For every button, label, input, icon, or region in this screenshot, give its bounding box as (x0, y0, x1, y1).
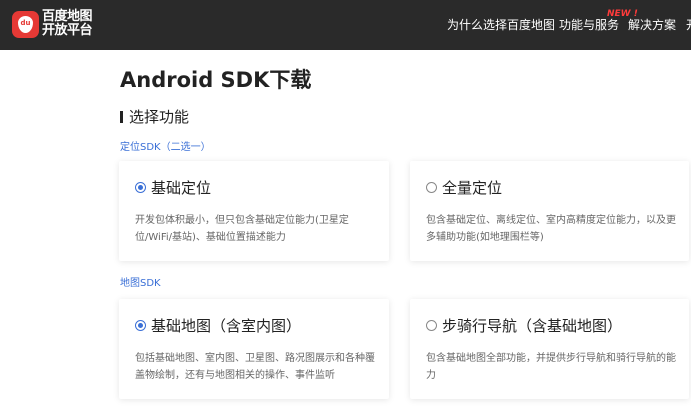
option-card-walk-ride-navigation[interactable]: 步骑行导航（含基础地图） 包含基础地图全部功能，并提供步行导航和骑行导航的能力 (410, 299, 689, 399)
option-title: 全量定位 (442, 179, 503, 197)
baidu-map-logo-icon: du (12, 11, 39, 38)
logo-text-line2: 开放平台 (42, 23, 93, 38)
top-navigation-bar: du 百度地图 开放平台 为什么选择百度地图 NEW ! 功能与服务 解决方案 … (0, 0, 691, 50)
logo-text: 百度地图 开放平台 (42, 10, 102, 38)
option-description: 包含基础地图全部功能，并提供步行导航和骑行导航的能力 (426, 353, 676, 381)
section-title-marker (120, 111, 123, 123)
option-title: 步骑行导航（含基础地图） (442, 317, 623, 335)
option-card-basic-location[interactable]: 基础定位 开发包体积最小，但只包含基础定位能力(卫星定位/WiFi/基站)、基础… (119, 161, 389, 261)
nav-why-baidu-map[interactable]: 为什么选择百度地图 (447, 0, 555, 50)
radio-checked-icon[interactable] (135, 320, 146, 331)
logo-mark-text: du (20, 19, 31, 27)
nav-features-services[interactable]: 功能与服务 (559, 0, 619, 50)
option-description: 开发包体积最小，但只包含基础定位能力(卫星定位/WiFi/基站)、基础位置描述能… (135, 215, 349, 243)
option-card-full-location[interactable]: 全量定位 包含基础定位、离线定位、室内高精度定位能力，以及更多辅助功能(如地理围… (410, 161, 689, 261)
option-title: 基础定位 (151, 179, 212, 197)
option-card-basic-map[interactable]: 基础地图（含室内图） 包括基础地图、室内图、卫星图、路况图展示和各种覆盖物绘制，… (119, 299, 389, 399)
group-label-map-sdk: 地图SDK (120, 278, 161, 289)
page-title: Android SDK下载 (120, 68, 312, 92)
baidu-map-logo[interactable]: du 百度地图 开放平台 (12, 10, 100, 40)
logo-text-line1: 百度地图 (42, 9, 93, 24)
nav-open[interactable]: 开 (686, 0, 691, 50)
radio-checked-icon[interactable] (135, 182, 146, 193)
nav-solutions[interactable]: 解决方案 (628, 0, 676, 50)
radio-unchecked-icon[interactable] (426, 182, 437, 193)
group-label-location-sdk: 定位SDK（二选一） (120, 142, 211, 153)
option-title: 基础地图（含室内图） (151, 317, 302, 335)
radio-unchecked-icon[interactable] (426, 320, 437, 331)
option-description: 包含基础定位、离线定位、室内高精度定位能力，以及更多辅助功能(如地理围栏等) (426, 215, 676, 243)
option-description: 包括基础地图、室内图、卫星图、路况图展示和各种覆盖物绘制，还有与地图相关的操作、… (135, 353, 375, 381)
section-title: 选择功能 (129, 108, 190, 126)
